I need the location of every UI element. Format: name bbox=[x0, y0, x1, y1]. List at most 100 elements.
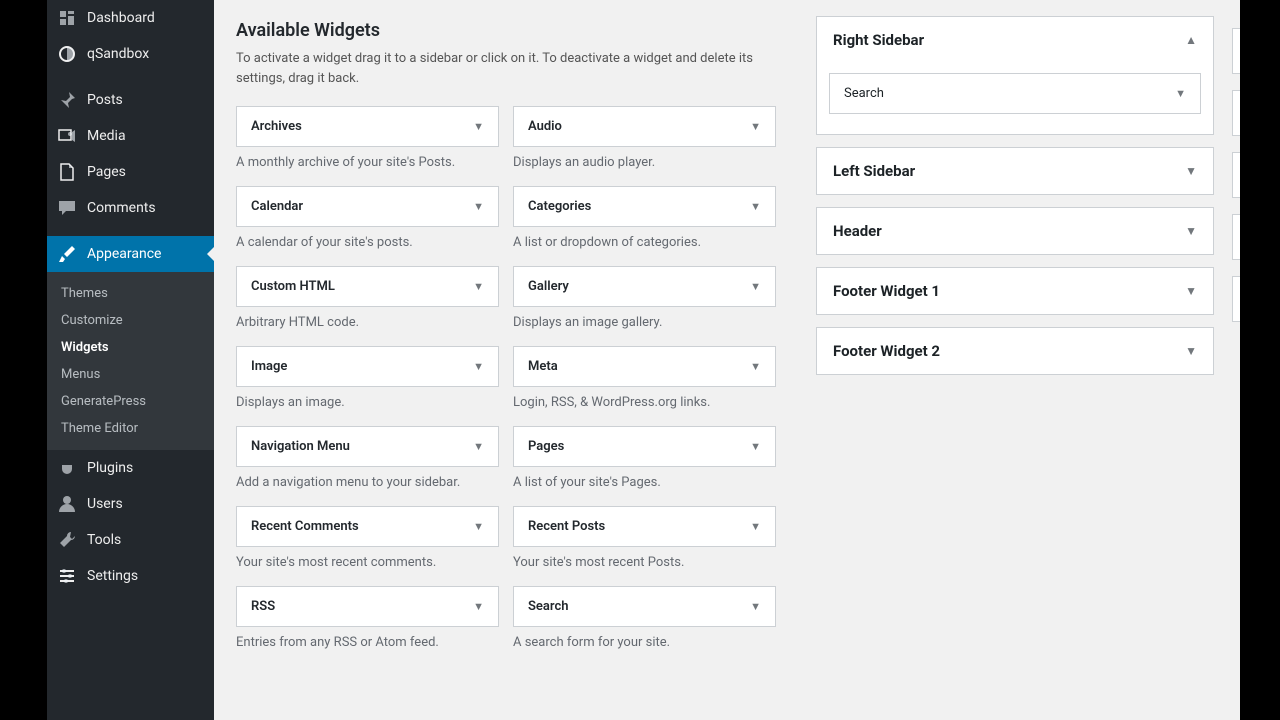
widget-desc: Displays an audio player. bbox=[513, 155, 776, 170]
menu-label: Tools bbox=[87, 532, 121, 548]
menu-label: Posts bbox=[87, 92, 123, 108]
sidebar-item-pages[interactable]: Pages bbox=[47, 154, 214, 190]
area-header[interactable]: Header ▼ bbox=[817, 208, 1213, 254]
widget-desc: Login, RSS, & WordPress.org links. bbox=[513, 395, 776, 410]
widget-desc: Your site's most recent comments. bbox=[236, 555, 499, 570]
widget-title: Navigation Menu bbox=[251, 439, 350, 454]
widget-meta[interactable]: Meta▼ bbox=[513, 346, 776, 387]
wrench-icon bbox=[57, 530, 77, 550]
widget-title: Audio bbox=[528, 119, 562, 134]
widget-desc: Entries from any RSS or Atom feed. bbox=[236, 635, 499, 650]
chevron-down-icon: ▼ bbox=[750, 280, 761, 293]
chevron-down-icon: ▼ bbox=[750, 440, 761, 453]
chevron-up-icon: ▲ bbox=[1185, 33, 1197, 47]
widget-title: Archives bbox=[251, 119, 302, 134]
sandbox-icon bbox=[57, 44, 77, 64]
menu-label: Plugins bbox=[87, 460, 133, 476]
widget-image[interactable]: Image▼ bbox=[236, 346, 499, 387]
chevron-down-icon: ▼ bbox=[1185, 164, 1197, 178]
available-widgets-desc: To activate a widget drag it to a sideba… bbox=[236, 49, 776, 88]
sidebar-item-posts[interactable]: Posts bbox=[47, 82, 214, 118]
widget-calendar[interactable]: Calendar▼ bbox=[236, 186, 499, 227]
media-icon bbox=[57, 126, 77, 146]
area-stub[interactable] bbox=[1232, 90, 1240, 136]
chevron-down-icon: ▼ bbox=[473, 280, 484, 293]
submenu-theme-editor[interactable]: Theme Editor bbox=[47, 415, 214, 442]
sidebar-area-right-sidebar: Right Sidebar ▲ Search▼ bbox=[816, 16, 1214, 135]
submenu-widgets[interactable]: Widgets bbox=[47, 334, 214, 361]
main-content: Available Widgets To activate a widget d… bbox=[214, 0, 1240, 720]
submenu-customize[interactable]: Customize bbox=[47, 307, 214, 334]
chevron-down-icon: ▼ bbox=[750, 600, 761, 613]
menu-label: Comments bbox=[87, 200, 156, 216]
plug-icon bbox=[57, 458, 77, 478]
widget-desc: A monthly archive of your site's Posts. bbox=[236, 155, 499, 170]
chevron-down-icon: ▼ bbox=[1185, 344, 1197, 358]
area-header[interactable]: Left Sidebar▼ bbox=[817, 148, 1213, 194]
widget-desc: A list of your site's Pages. bbox=[513, 475, 776, 490]
sidebar-area-footer-widget-2: Footer Widget 2 ▼ bbox=[816, 327, 1214, 375]
widget-title: Calendar bbox=[251, 199, 303, 214]
menu-label: qSandbox bbox=[87, 46, 149, 62]
area-title: Header bbox=[833, 222, 882, 240]
area-title: Right Sidebar bbox=[833, 31, 924, 49]
left-black-bar bbox=[0, 0, 47, 720]
widget-title: Gallery bbox=[528, 279, 569, 294]
user-icon bbox=[57, 494, 77, 514]
widget-search[interactable]: Search ▼ bbox=[513, 586, 776, 627]
menu-label: Appearance bbox=[87, 246, 161, 262]
chevron-down-icon: ▼ bbox=[1175, 87, 1186, 100]
sidebar-area-footer-widget-1: Footer Widget 1▼ bbox=[816, 267, 1214, 315]
sidebar-areas-column: Right Sidebar ▲ Search▼ Left Sidebar▼ Header… bbox=[816, 0, 1214, 700]
widget-custom-html[interactable]: Custom HTML ▼ bbox=[236, 266, 499, 307]
widget-grid: Archives▼Audio▼A monthly archive of your… bbox=[236, 106, 776, 654]
chevron-down-icon: ▼ bbox=[750, 520, 761, 533]
area-header[interactable]: Right Sidebar ▲ bbox=[817, 17, 1213, 63]
sidebar-item-plugins[interactable]: Plugins bbox=[47, 450, 214, 486]
chevron-down-icon: ▼ bbox=[1185, 224, 1197, 238]
admin-sidebar: Dashboard qSandbox Posts Media Pages Com… bbox=[47, 0, 214, 720]
sidebar-item-appearance[interactable]: Appearance bbox=[47, 236, 214, 272]
area-header[interactable]: Footer Widget 1▼ bbox=[817, 268, 1213, 314]
sidebar-item-media[interactable]: Media bbox=[47, 118, 214, 154]
widget-title: Recent Posts bbox=[528, 519, 605, 534]
widget-archives[interactable]: Archives ▼ bbox=[236, 106, 499, 147]
brush-icon bbox=[57, 244, 77, 264]
widget-gallery[interactable]: Gallery ▼ bbox=[513, 266, 776, 307]
widget-navigation-menu[interactable]: Navigation Menu▼ bbox=[236, 426, 499, 467]
widget-pages[interactable]: Pages▼ bbox=[513, 426, 776, 467]
widget-title: Custom HTML bbox=[251, 279, 335, 294]
pin-icon bbox=[57, 90, 77, 110]
chevron-down-icon: ▼ bbox=[473, 120, 484, 133]
menu-label: Settings bbox=[87, 568, 138, 584]
sidebar-item-dashboard[interactable]: Dashboard bbox=[47, 0, 214, 36]
placed-widget-search[interactable]: Search▼ bbox=[829, 73, 1201, 114]
submenu-themes[interactable]: Themes bbox=[47, 280, 214, 307]
sidebar-area-header: Header ▼ bbox=[816, 207, 1214, 255]
sidebar-item-tools[interactable]: Tools bbox=[47, 522, 214, 558]
area-stub[interactable] bbox=[1232, 152, 1240, 198]
widget-title: Image bbox=[251, 359, 287, 374]
dashboard-icon bbox=[57, 8, 77, 28]
widget-recent-posts[interactable]: Recent Posts ▼ bbox=[513, 506, 776, 547]
sidebar-item-comments[interactable]: Comments bbox=[47, 190, 214, 226]
widget-title: RSS bbox=[251, 599, 275, 614]
widget-desc: Your site's most recent Posts. bbox=[513, 555, 776, 570]
area-stub[interactable] bbox=[1232, 28, 1240, 74]
widget-categories[interactable]: Categories▼ bbox=[513, 186, 776, 227]
area-stub[interactable] bbox=[1232, 276, 1240, 322]
widget-rss[interactable]: RSS▼ bbox=[236, 586, 499, 627]
area-title: Footer Widget 2 bbox=[833, 342, 940, 360]
sidebar-item-users[interactable]: Users bbox=[47, 486, 214, 522]
widget-recent-comments[interactable]: Recent Comments▼ bbox=[236, 506, 499, 547]
widget-title: Search bbox=[528, 599, 569, 614]
widget-audio[interactable]: Audio▼ bbox=[513, 106, 776, 147]
submenu-menus[interactable]: Menus bbox=[47, 361, 214, 388]
widget-desc: Arbitrary HTML code. bbox=[236, 315, 499, 330]
area-stub[interactable] bbox=[1232, 214, 1240, 260]
sidebar-item-qsandbox[interactable]: qSandbox bbox=[47, 36, 214, 72]
submenu-generatepress[interactable]: GeneratePress bbox=[47, 388, 214, 415]
sidebar-item-settings[interactable]: Settings bbox=[47, 558, 214, 594]
sidebar-area-left-sidebar: Left Sidebar▼ bbox=[816, 147, 1214, 195]
area-header[interactable]: Footer Widget 2 ▼ bbox=[817, 328, 1213, 374]
